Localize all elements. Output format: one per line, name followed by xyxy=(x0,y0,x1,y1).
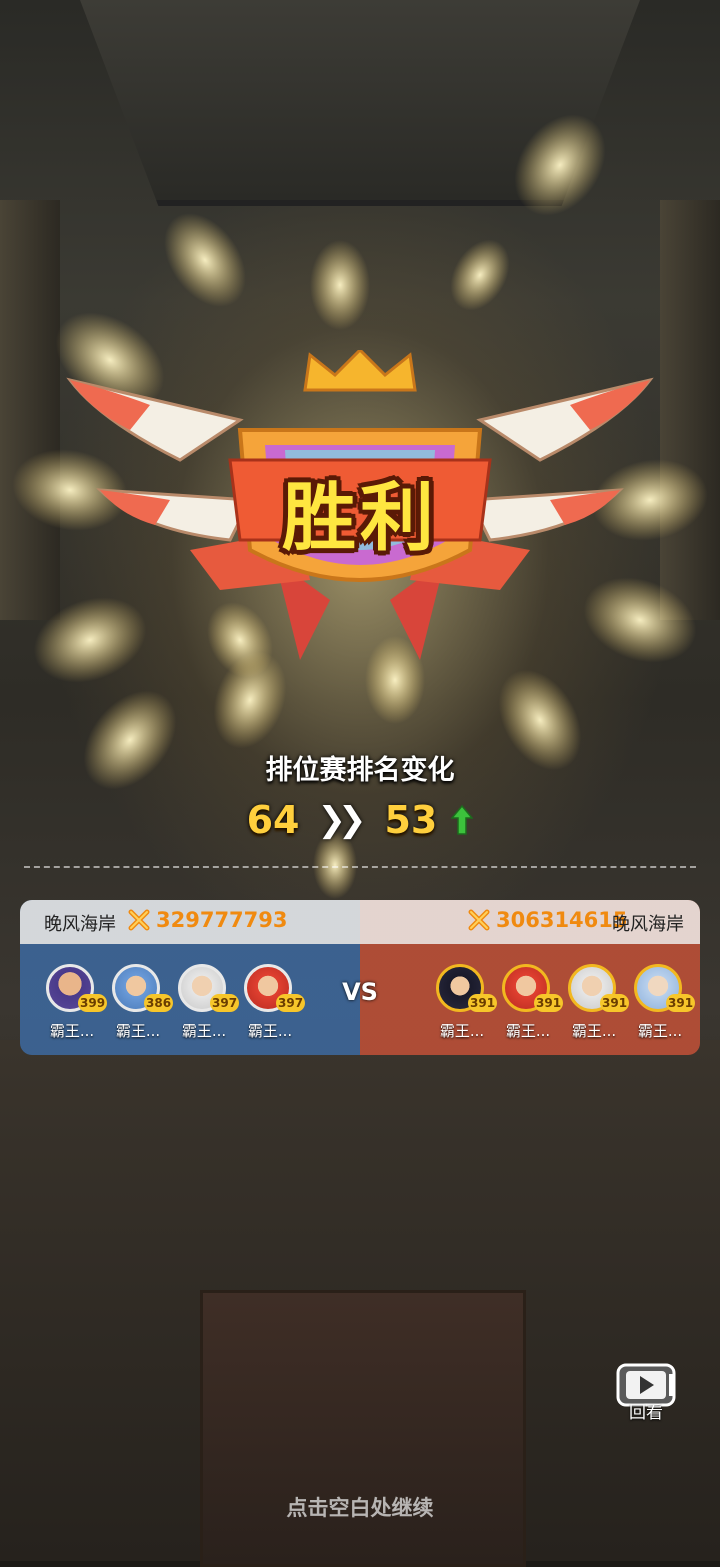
hero-name: 霸王... xyxy=(439,1022,485,1040)
crossed-swords-icon xyxy=(128,909,150,931)
right-hero-1[interactable]: 391 霸王... xyxy=(434,964,498,1044)
continue-hint: 点击空白处继续 xyxy=(286,1496,434,1520)
replay-label: 回看 xyxy=(629,1403,663,1423)
hero-level: 391 xyxy=(534,994,564,1012)
old-rank: 64 xyxy=(246,798,300,842)
crossed-swords-icon xyxy=(468,909,490,931)
rank-change-heading: 排位赛排名变化 xyxy=(265,755,455,786)
right-hero-2[interactable]: 391 霸王... xyxy=(500,964,564,1044)
floor-carpet xyxy=(200,1290,526,1567)
hero-level: 386 xyxy=(144,994,174,1012)
hero-name: 霸王... xyxy=(115,1022,161,1040)
left-hero-4[interactable]: 397 霸王... xyxy=(242,964,306,1044)
right-team-power-value: 306314615 xyxy=(496,908,628,932)
hero-name: 霸王... xyxy=(181,1022,227,1040)
left-team-name: 晚风海岸 xyxy=(44,914,116,935)
hero-name: 霸王... xyxy=(247,1022,293,1040)
rank-change-row: 64 ❯❯ 53 xyxy=(0,792,720,848)
right-team-power: 306314615 xyxy=(468,908,628,932)
battle-summary-panel: 晚风海岸 329777793 306314615 晚风海岸 399 霸王... … xyxy=(20,900,700,1055)
left-hero-1[interactable]: 399 霸王... xyxy=(44,964,108,1044)
left-team-power: 329777793 xyxy=(128,908,288,932)
hero-level: 391 xyxy=(666,994,696,1012)
hero-name: 霸王... xyxy=(49,1022,95,1040)
left-hero-2[interactable]: 386 霸王... xyxy=(110,964,174,1044)
replay-button[interactable]: 回看 xyxy=(612,1362,680,1424)
rank-up-arrow-icon xyxy=(451,804,474,835)
hero-level: 391 xyxy=(600,994,630,1012)
left-hero-3[interactable]: 397 霸王... xyxy=(176,964,240,1044)
hero-name: 霸王... xyxy=(571,1022,617,1040)
hero-name: 霸王... xyxy=(637,1022,683,1040)
left-team-power-value: 329777793 xyxy=(156,908,288,932)
vs-label: VS xyxy=(342,978,378,1006)
right-hero-3[interactable]: 391 霸王... xyxy=(566,964,630,1044)
double-chevron-right-icon: ❯❯ xyxy=(317,800,367,840)
hero-level: 399 xyxy=(78,994,108,1012)
section-divider xyxy=(24,866,696,868)
hero-level: 391 xyxy=(468,994,498,1012)
new-rank: 53 xyxy=(384,798,438,842)
hero-level: 397 xyxy=(210,994,240,1012)
right-hero-4[interactable]: 391 霸王... xyxy=(632,964,696,1044)
victory-title: 胜利 xyxy=(282,475,438,561)
hero-name: 霸王... xyxy=(505,1022,551,1040)
hero-level: 397 xyxy=(276,994,306,1012)
right-team-name: 晚风海岸 xyxy=(612,914,684,935)
